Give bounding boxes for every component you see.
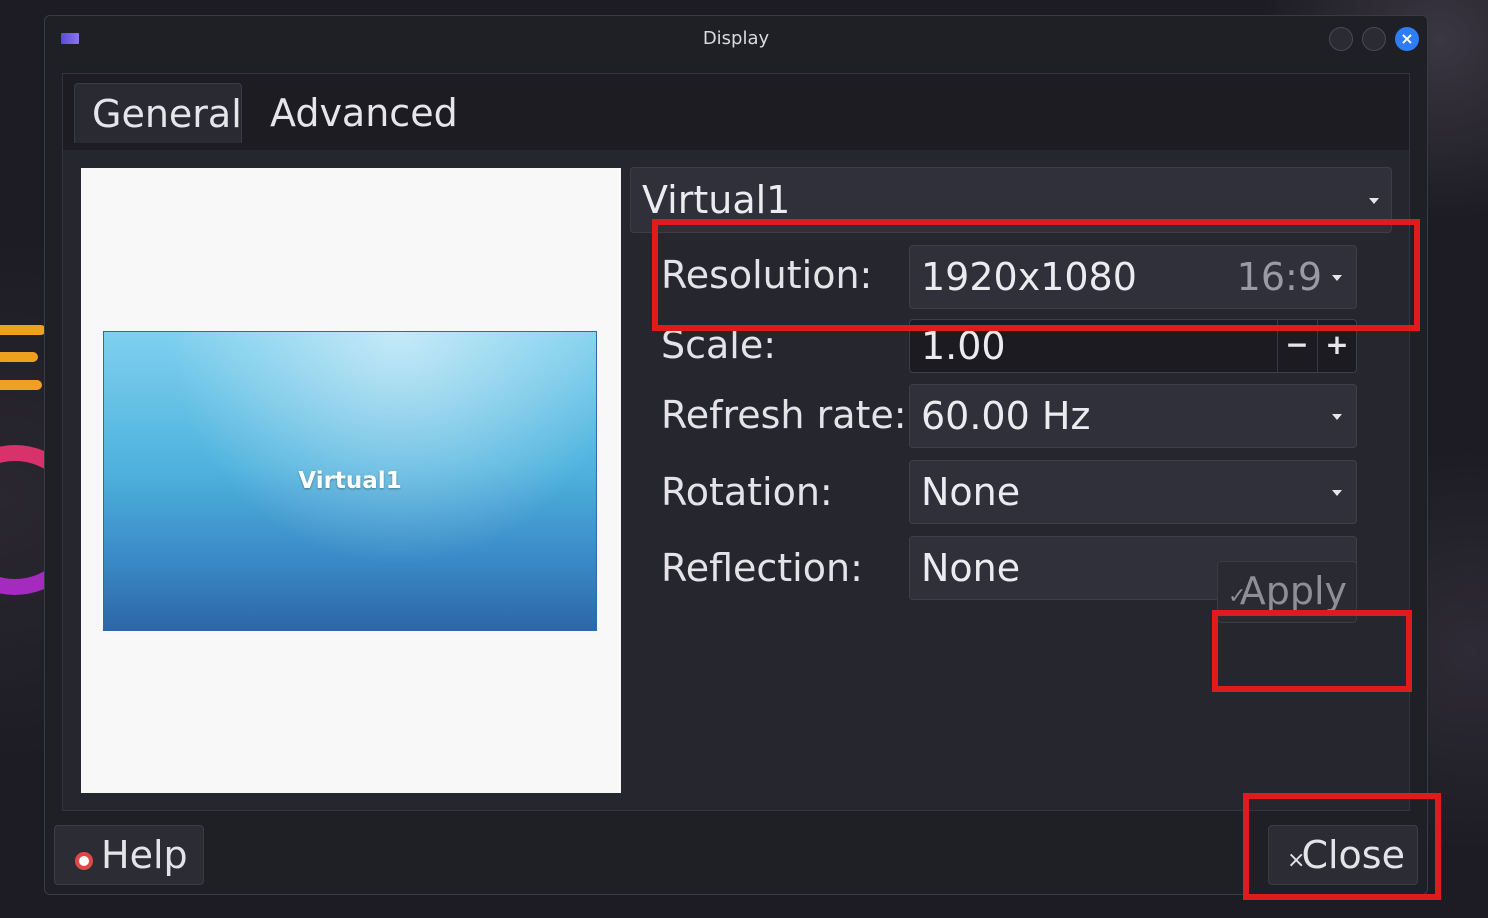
- refresh-rate-label: Refresh rate:: [661, 393, 907, 437]
- reflection-value: None: [921, 546, 1021, 590]
- rotation-select[interactable]: None: [909, 460, 1357, 524]
- refresh-rate-value: 60.00 Hz: [921, 394, 1091, 438]
- monitor-preview-label: Virtual1: [298, 468, 402, 494]
- minimize-button[interactable]: [1329, 27, 1353, 51]
- monitor-preview[interactable]: Virtual1: [103, 331, 597, 631]
- help-button-label: Help: [101, 833, 188, 877]
- chevron-down-icon: [1332, 490, 1342, 496]
- desktop-wallpaper-stripe: [0, 352, 38, 362]
- refresh-rate-select[interactable]: 60.00 Hz: [909, 384, 1357, 448]
- window-close-button[interactable]: ×: [1395, 27, 1419, 51]
- display-output-value: Virtual1: [642, 178, 791, 222]
- rotation-label: Rotation:: [661, 470, 833, 514]
- maximize-button[interactable]: [1362, 27, 1386, 51]
- help-lifebuoy-icon: [75, 852, 93, 870]
- window-title: Display: [702, 28, 770, 49]
- desktop-wallpaper-stripe: [0, 325, 46, 335]
- help-button[interactable]: Help: [54, 825, 204, 885]
- apply-button-label: Apply: [1239, 569, 1347, 613]
- tab-general[interactable]: General: [74, 83, 242, 143]
- rotation-value: None: [921, 470, 1021, 514]
- desktop-wallpaper-stripe: [0, 380, 42, 390]
- close-icon: ×: [1400, 29, 1414, 48]
- display-dialog: Display × General Advanced Virtual1 Virt…: [44, 15, 1428, 895]
- highlight-close-box: [1243, 793, 1441, 900]
- titlebar[interactable]: Display ×: [45, 16, 1427, 62]
- chevron-down-icon: [1332, 414, 1342, 420]
- tab-advanced[interactable]: Advanced: [253, 83, 475, 143]
- highlight-resolution-box: [652, 219, 1420, 331]
- display-preview-area: Virtual1: [81, 168, 621, 793]
- reflection-label: Reflection:: [661, 546, 863, 590]
- tab-bar: General Advanced: [63, 74, 1409, 150]
- chevron-down-icon: [1369, 198, 1379, 204]
- highlight-apply-box: [1212, 610, 1412, 692]
